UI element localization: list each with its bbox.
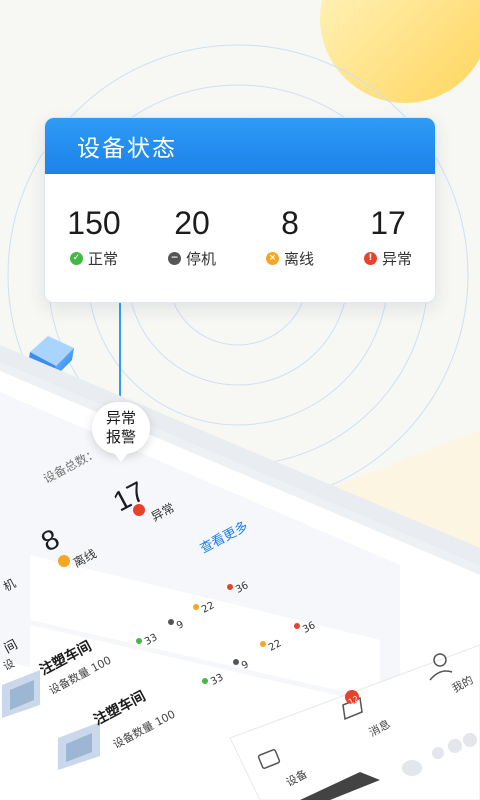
stat-label: 正常: [87, 250, 118, 268]
phone-frame: [0, 345, 480, 800]
alarm-line-2: 报警: [105, 428, 136, 446]
exclamation-circle-icon: !: [363, 252, 377, 265]
stat-label: 异常: [381, 250, 412, 268]
card-header: 设备状态: [45, 118, 435, 174]
check-circle-icon: ✓: [69, 252, 83, 265]
stat-abnormal[interactable]: 17 ! 异常: [339, 204, 435, 269]
stat-value: 20: [174, 205, 210, 241]
alarm-line-1: 异常: [105, 409, 136, 427]
x-circle-icon: ×: [265, 252, 279, 265]
stat-stopped[interactable]: 20 − 停机: [143, 204, 241, 269]
card-title: 设备状态: [77, 136, 177, 162]
sun-decoration: [320, 0, 480, 103]
stat-value: 17: [370, 205, 406, 241]
stat-label: 停机: [185, 250, 216, 268]
minus-circle-icon: −: [167, 252, 181, 265]
device-status-card: 设备状态 150 ✓ 正常 20 − 停机 8 × 离线 17 ! 异常: [44, 117, 436, 303]
stat-value: 8: [281, 205, 299, 241]
stats-row: 150 ✓ 正常 20 − 停机 8 × 离线 17 ! 异常: [45, 174, 435, 302]
stat-label: 离线: [283, 250, 314, 268]
stat-value: 150: [67, 205, 121, 241]
offline-dot-icon: [58, 555, 70, 567]
stat-offline[interactable]: 8 × 离线: [241, 204, 339, 269]
stat-normal[interactable]: 150 ✓ 正常: [45, 204, 143, 269]
alarm-bubble[interactable]: 异常 报警: [92, 402, 150, 462]
